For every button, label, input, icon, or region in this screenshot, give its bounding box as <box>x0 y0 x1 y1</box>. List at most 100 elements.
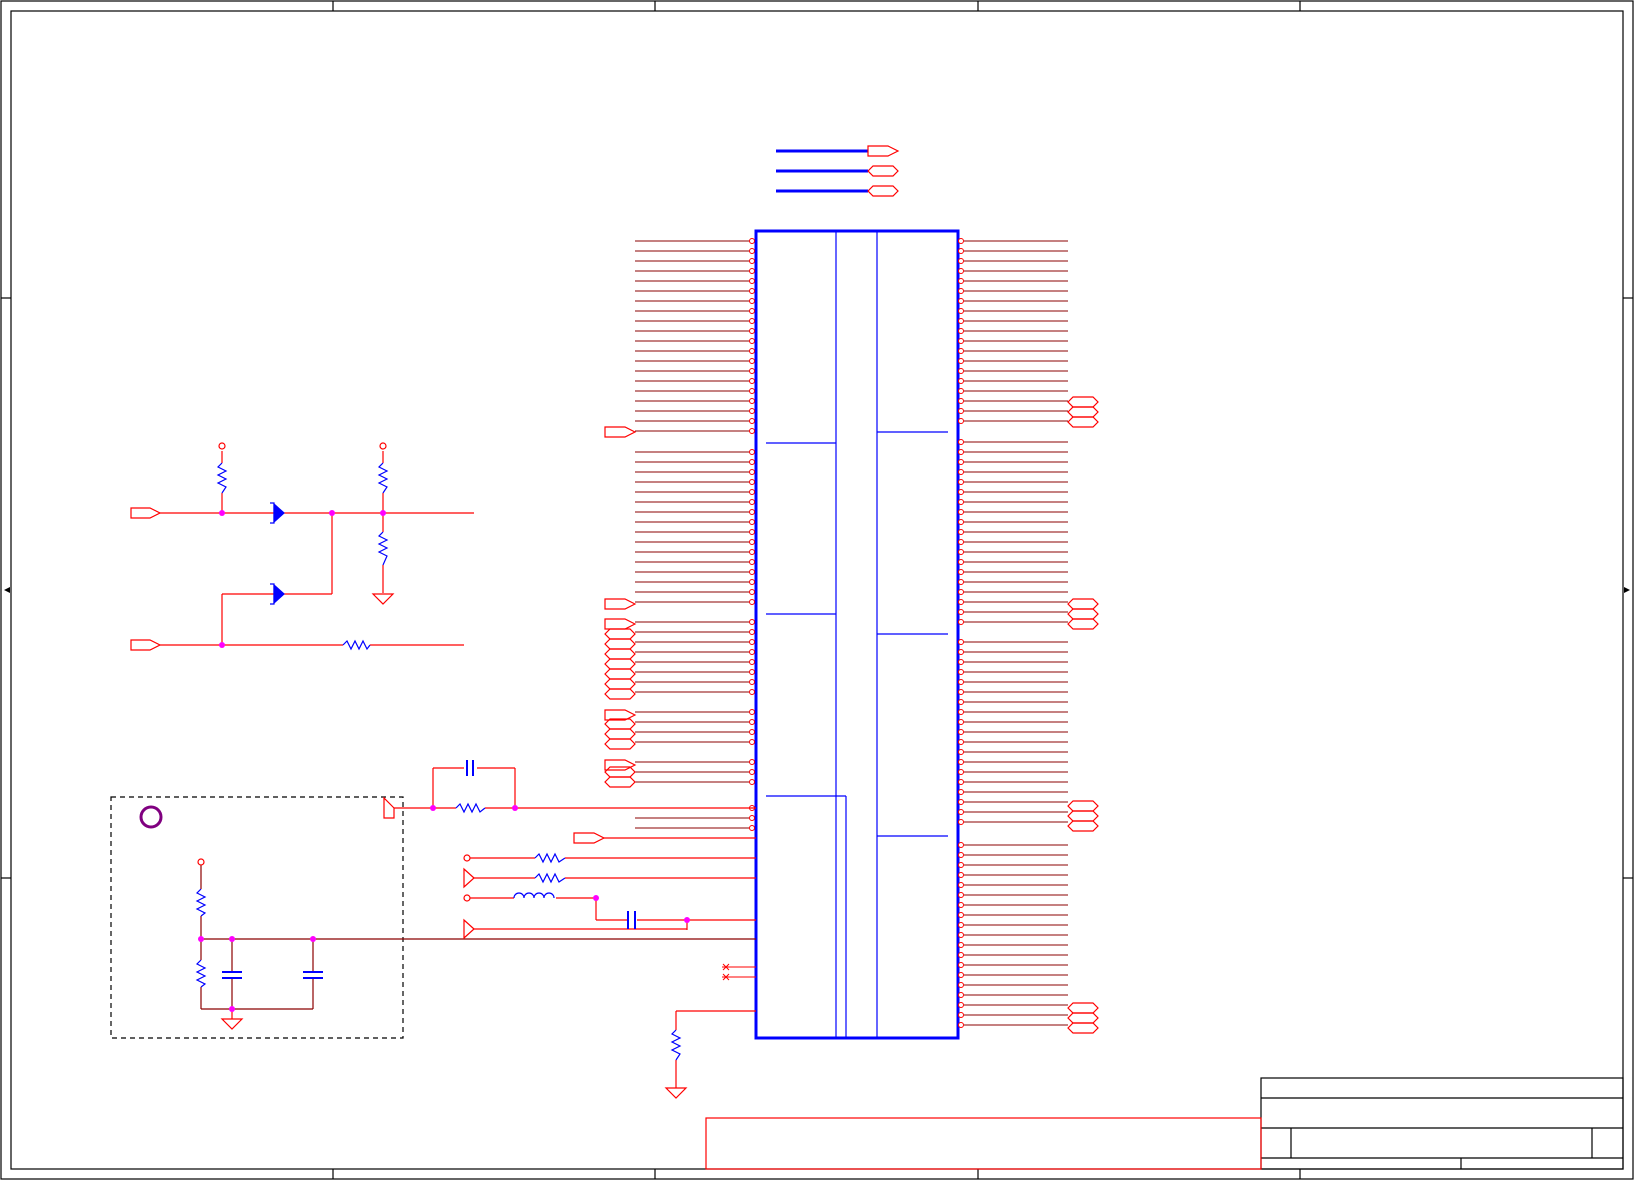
right-pin-terminal <box>958 992 964 998</box>
right-pin-terminal <box>958 609 964 615</box>
right-pin-terminal <box>958 539 964 545</box>
right-pin-terminal <box>958 902 964 908</box>
ground-symbol <box>371 593 395 605</box>
left-pin-terminal <box>749 769 755 775</box>
left-pin-terminal <box>749 499 755 505</box>
bidirectional-flag <box>1067 416 1099 428</box>
bidirectional-flag <box>1067 618 1099 630</box>
left-pin-terminal <box>749 459 755 465</box>
control-terminals <box>463 854 471 902</box>
left-pin-terminal <box>749 589 755 595</box>
left-pin-terminal <box>749 709 755 715</box>
bidirectional-flag <box>1067 1022 1099 1034</box>
bidirectional-flag <box>604 678 636 690</box>
right-pin-terminal <box>958 1002 964 1008</box>
left-pin-terminal <box>749 318 755 324</box>
input-circuit-power-terminals <box>218 442 387 450</box>
right-pin-terminal <box>958 278 964 284</box>
right-pin-terminal <box>958 942 964 948</box>
left-pin-terminal <box>749 378 755 384</box>
right-pin-terminal <box>958 509 964 515</box>
right-pin-terminal <box>958 559 964 565</box>
left-pin-terminal <box>749 759 755 765</box>
right-pin-terminal <box>958 418 964 424</box>
right-pin-terminal <box>958 268 964 274</box>
left-pin-terminal <box>749 659 755 665</box>
left-pin-terminal <box>749 729 755 735</box>
bus-output-flags <box>867 145 900 197</box>
reference-marker <box>139 805 163 829</box>
right-pin-terminal <box>958 338 964 344</box>
right-pin-terminal <box>958 799 964 805</box>
right-pin-terminal <box>958 348 964 354</box>
right-pin-terminal <box>958 449 964 455</box>
right-pin-terminal <box>958 719 964 725</box>
control-parts <box>513 852 682 1061</box>
right-pin-terminal <box>958 398 964 404</box>
right-pin-terminal <box>958 238 964 244</box>
right-pin-terminal <box>958 872 964 878</box>
bidirectional-flag <box>604 728 636 740</box>
right-pin-terminal <box>958 922 964 928</box>
bidirectional-flag <box>1067 800 1099 812</box>
left-pin-terminal <box>749 539 755 545</box>
right-pin-terminal <box>958 368 964 374</box>
right-pin-terminal <box>958 639 964 645</box>
right-pin-terminal <box>958 549 964 555</box>
left-pin-terminal <box>749 529 755 535</box>
right-pin-terminal <box>958 932 964 938</box>
left-pin-terminal <box>749 238 755 244</box>
bidirectional-flag <box>604 766 636 778</box>
right-pin-terminal <box>958 912 964 918</box>
left-pin-terminal <box>749 328 755 334</box>
left-pin-terminal <box>749 629 755 635</box>
right-pin-terminal <box>958 258 964 264</box>
right-pin-terminal <box>958 489 964 495</box>
left-pin-terminal <box>749 278 755 284</box>
subcircuit-nets <box>200 865 756 1010</box>
no-connect-marks <box>722 963 756 981</box>
right-pin-terminal <box>958 308 964 314</box>
bidirectional-flag <box>604 668 636 680</box>
drawing-frame <box>0 0 1634 1180</box>
left-pin-terminal <box>749 418 755 424</box>
input-circuit-junctions <box>219 510 386 648</box>
input-flag <box>604 426 637 438</box>
right-pin-terminal <box>958 699 964 705</box>
left-pin-terminal <box>749 489 755 495</box>
right-pin-terminal <box>958 819 964 825</box>
right-pin-terminal <box>958 479 964 485</box>
left-pin-terminal <box>749 288 755 294</box>
left-pin-terminal <box>749 619 755 625</box>
right-pin-terminal <box>958 649 964 655</box>
bidirectional-flag <box>604 628 636 640</box>
bidirectional-flag <box>604 648 636 660</box>
right-pin-terminal <box>958 842 964 848</box>
left-pin-terminal <box>749 298 755 304</box>
right-pin-terminal <box>958 519 964 525</box>
left-pin-terminal <box>749 679 755 685</box>
left-pin-terminal <box>749 338 755 344</box>
right-pin-terminal <box>958 669 964 675</box>
control-junctions <box>593 895 690 923</box>
left-pin-terminal <box>749 408 755 414</box>
subcircuit-junctions <box>198 936 316 1012</box>
right-pin-terminal <box>958 619 964 625</box>
bidirectional-flag <box>1067 1002 1099 1014</box>
right-pin-terminal <box>958 439 964 445</box>
input-protection-circuit <box>130 451 474 651</box>
control-inputs <box>463 832 756 1099</box>
title-block <box>1260 1077 1624 1170</box>
right-pin-terminal <box>958 459 964 465</box>
bidirectional-flag <box>604 738 636 750</box>
left-pin-terminal <box>749 825 755 831</box>
left-pin-terminal <box>749 248 755 254</box>
right-pin-terminal <box>958 789 964 795</box>
right-pin-terminal <box>958 288 964 294</box>
right-pin-terminal <box>958 749 964 755</box>
left-pin-terminal <box>749 649 755 655</box>
right-bidirectional-flags <box>1067 396 1099 1034</box>
right-pin-terminal <box>958 892 964 898</box>
right-pin-terminal <box>958 659 964 665</box>
left-pin-terminal <box>749 815 755 821</box>
